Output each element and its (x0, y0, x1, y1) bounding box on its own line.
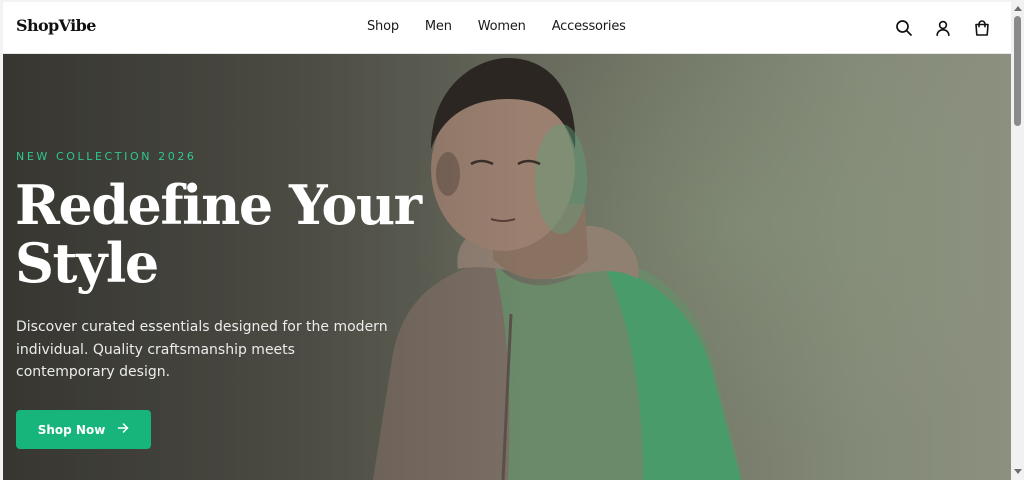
hero-headline-line-1: Redefine Your (15, 173, 422, 237)
arrow-right-icon (117, 422, 129, 437)
nav-link-shop[interactable]: Shop (367, 19, 399, 34)
nav-link-men[interactable]: Men (425, 19, 452, 34)
nav-link-women[interactable]: Women (478, 19, 526, 34)
page-scrollbar[interactable] (1011, 0, 1024, 480)
brand-logo[interactable]: ShopVibe (16, 16, 96, 35)
hero-headline-line-2: Style (15, 231, 159, 295)
user-icon[interactable] (932, 17, 954, 39)
shop-now-label: Shop Now (37, 422, 106, 437)
scroll-down-arrow-icon[interactable] (1014, 469, 1022, 474)
hero-headline: Redefine Your Style (15, 176, 435, 292)
scroll-thumb[interactable] (1014, 16, 1021, 126)
main-nav: Shop Men Women Accessories (367, 19, 652, 34)
page: ShopVibe Shop Men Women Accessories NEW … (3, 2, 1011, 480)
nav-link-accessories[interactable]: Accessories (552, 19, 626, 34)
shop-now-button[interactable]: Shop Now (16, 410, 151, 449)
shopping-bag-icon[interactable] (971, 17, 993, 39)
hero-eyebrow: NEW COLLECTION 2026 (16, 150, 197, 163)
hero-banner: NEW COLLECTION 2026 Redefine Your Style … (3, 54, 1011, 480)
hero-description: Discover curated essentials designed for… (16, 319, 388, 380)
scroll-up-arrow-icon[interactable] (1014, 6, 1022, 11)
search-icon[interactable] (893, 17, 915, 39)
header-actions (876, 17, 993, 39)
site-header: ShopVibe Shop Men Women Accessories (3, 2, 1011, 54)
